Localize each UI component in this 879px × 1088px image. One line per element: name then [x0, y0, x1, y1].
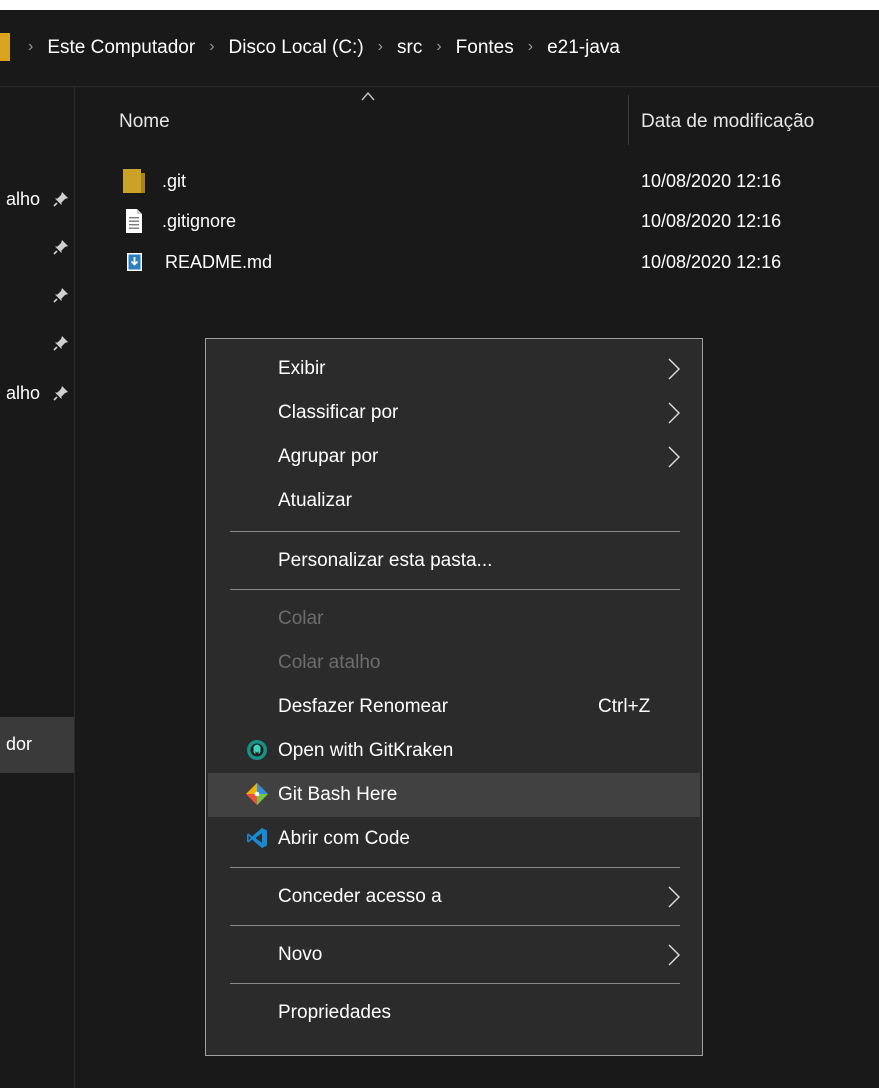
menu-separator: [230, 867, 680, 868]
menu-item-novo[interactable]: Novo: [208, 933, 700, 977]
chevron-right-icon[interactable]: ›: [28, 38, 33, 56]
file-row-readme[interactable]: README.md 10/08/2020 12:16: [75, 242, 879, 282]
chevron-right-icon[interactable]: ›: [436, 38, 441, 56]
menu-item-agrupar-por[interactable]: Agrupar por: [208, 435, 700, 479]
pin-icon: [53, 288, 68, 303]
menu-item-label: Abrir com Code: [278, 828, 410, 849]
menu-item-label: Novo: [278, 944, 323, 965]
vscode-icon: [247, 828, 267, 848]
nav-item-quick-access[interactable]: alho: [0, 183, 74, 215]
file-date: 10/08/2020 12:16: [641, 171, 782, 191]
column-headers: Nome Data de modificação: [75, 87, 879, 157]
menu-separator: [230, 589, 680, 590]
gitkraken-icon: [247, 740, 267, 760]
menu-item-label: Git Bash Here: [278, 784, 398, 805]
menu-item-label: Conceder acesso a: [278, 886, 442, 907]
navigation-pane: alho alho dor: [0, 87, 75, 1088]
menu-item-label: Colar atalho: [278, 652, 381, 673]
menu-item-label: Personalizar esta pasta...: [278, 550, 493, 571]
breadcrumb-item-este-computador[interactable]: Este Computador: [47, 37, 195, 59]
pin-icon: [53, 386, 68, 401]
chevron-right-icon[interactable]: ›: [528, 38, 533, 56]
nav-item-label: alho: [6, 383, 41, 403]
menu-item-open-with-gitkraken[interactable]: Open with GitKraken: [208, 729, 700, 773]
nav-item-label: dor: [6, 734, 33, 754]
breadcrumb: › Este Computador › Disco Local (C:) › s…: [28, 10, 634, 86]
address-bar[interactable]: › Este Computador › Disco Local (C:) › s…: [0, 10, 879, 87]
sort-ascending-icon: [361, 91, 375, 101]
menu-item-label: Colar: [278, 608, 324, 629]
git-bash-icon: [246, 783, 268, 805]
folder-icon: [123, 169, 145, 193]
menu-item-label: Open with GitKraken: [278, 740, 454, 761]
file-row-git[interactable]: .git 10/08/2020 12:16: [75, 161, 879, 201]
chevron-right-icon: [668, 886, 680, 908]
menu-item-label: Atualizar: [278, 490, 352, 511]
breadcrumb-item-disco-local[interactable]: Disco Local (C:): [229, 37, 364, 59]
chevron-right-icon[interactable]: ›: [209, 38, 214, 56]
file-name: README.md: [165, 252, 273, 272]
title-bar-strip: [0, 0, 879, 10]
nav-item-selected[interactable]: dor: [0, 717, 74, 773]
nav-item-quick-access[interactable]: [0, 279, 74, 311]
text-file-icon: [126, 209, 142, 233]
menu-separator: [230, 925, 680, 926]
folder-icon: [0, 33, 10, 61]
nav-item-label: alho: [6, 189, 41, 209]
file-date: 10/08/2020 12:16: [641, 211, 782, 231]
breadcrumb-item-fontes[interactable]: Fontes: [456, 37, 514, 59]
menu-item-desfazer-renomear[interactable]: Desfazer Renomear Ctrl+Z: [208, 685, 700, 729]
pin-icon: [53, 336, 68, 351]
menu-item-exibir[interactable]: Exibir: [208, 347, 700, 391]
file-row-gitignore[interactable]: .gitignore 10/08/2020 12:16: [75, 201, 879, 241]
nav-item-quick-access[interactable]: [0, 231, 74, 263]
menu-separator: [230, 983, 680, 984]
file-name: .git: [162, 171, 187, 191]
pin-icon: [53, 192, 68, 207]
menu-item-conceder-acesso[interactable]: Conceder acesso a: [208, 875, 700, 919]
menu-separator: [230, 531, 680, 532]
menu-item-personalizar-pasta[interactable]: Personalizar esta pasta...: [208, 539, 700, 583]
file-explorer-window: › Este Computador › Disco Local (C:) › s…: [0, 0, 879, 1088]
file-name: .gitignore: [162, 211, 237, 231]
chevron-right-icon: [668, 944, 680, 966]
menu-item-label: Desfazer Renomear: [278, 696, 449, 717]
menu-item-label: Agrupar por: [278, 446, 379, 467]
menu-item-propriedades[interactable]: Propriedades: [208, 991, 700, 1035]
nav-item-quick-access[interactable]: [0, 327, 74, 359]
menu-item-colar: Colar: [208, 597, 700, 641]
breadcrumb-item-src[interactable]: src: [397, 37, 422, 59]
file-date: 10/08/2020 12:16: [641, 252, 782, 272]
chevron-right-icon: [668, 402, 680, 424]
context-menu: Exibir Classificar por Agrupar por Atual…: [205, 338, 703, 1056]
menu-item-abrir-com-code[interactable]: Abrir com Code: [208, 817, 700, 861]
menu-item-classificar-por[interactable]: Classificar por: [208, 391, 700, 435]
chevron-right-icon: [668, 446, 680, 468]
nav-item-quick-access[interactable]: alho: [0, 377, 74, 409]
column-header-date[interactable]: Data de modificação: [641, 111, 814, 133]
menu-item-colar-atalho: Colar atalho: [208, 641, 700, 685]
menu-item-git-bash-here[interactable]: Git Bash Here: [208, 773, 700, 817]
column-divider[interactable]: [628, 95, 629, 145]
chevron-right-icon: [668, 358, 680, 380]
pin-icon: [53, 240, 68, 255]
chevron-right-icon[interactable]: ›: [378, 38, 383, 56]
menu-item-label: Classificar por: [278, 402, 399, 423]
menu-item-label: Propriedades: [278, 1002, 392, 1023]
menu-item-atualizar[interactable]: Atualizar: [208, 479, 700, 523]
breadcrumb-item-e21-java[interactable]: e21-java: [547, 37, 620, 59]
column-header-name[interactable]: Nome: [119, 111, 170, 133]
keyboard-shortcut: Ctrl+Z: [598, 696, 651, 717]
markdown-file-icon: [127, 253, 142, 271]
menu-item-label: Exibir: [278, 358, 326, 379]
